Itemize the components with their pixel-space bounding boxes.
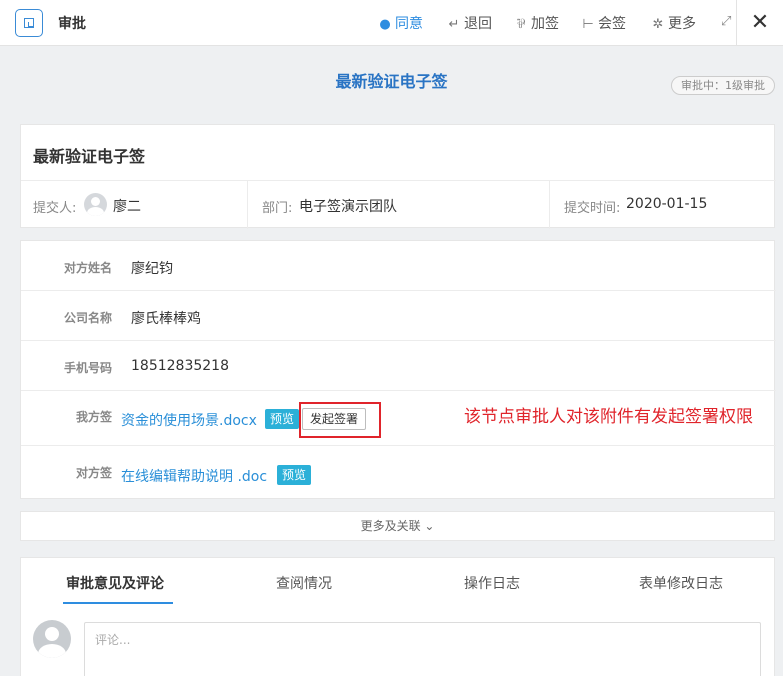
document-heading: 最新验证电子签 <box>335 72 448 91</box>
counterparty-name-label: 对方姓名 <box>63 261 112 275</box>
check-circle-icon: ● <box>379 17 391 32</box>
active-tab-indicator <box>63 602 173 604</box>
form-fields-card: 对方姓名 廖纪钧 公司名称 廖氏棒棒鸡 手机号码 18512835218 我方签… <box>20 240 776 500</box>
department-label: 部门: <box>262 201 293 216</box>
their-sign-label: 对方签 <box>75 466 112 480</box>
field-row-company: 公司名称 廖氏棒棒鸡 <box>21 291 776 341</box>
avatar <box>84 193 107 216</box>
annotation-text: 该节点审批人对该附件有发起签署权限 <box>464 407 753 427</box>
close-button[interactable]: ✕ <box>736 0 783 46</box>
co-sign-button[interactable]: ⊢ 会签 <box>581 13 626 33</box>
tab-form-edit-log[interactable]: 表单修改日志 <box>639 573 723 593</box>
summary-title: 最新验证电子签 <box>33 147 146 166</box>
more-label: 更多 <box>668 16 696 32</box>
expand-icon[interactable]: ⤢ <box>721 14 731 29</box>
tab-read-status[interactable]: 查阅情况 <box>276 573 332 593</box>
app-title: 审批 <box>58 16 86 32</box>
phone-value: 18512835218 <box>131 358 229 374</box>
preview-button[interactable]: 预览 <box>277 465 312 485</box>
add-sign-icon: ⅌ <box>516 17 526 32</box>
top-toolbar: 审批 ● 同意 ↵ 退回 ⅌ 加签 ⊢ 会签 ✲ 更多 ⤢ ✕ <box>0 0 783 46</box>
agree-label: 同意 <box>395 16 423 32</box>
submit-time-value: 2020-01-15 <box>626 196 708 212</box>
company-label: 公司名称 <box>63 311 112 325</box>
their-sign-file-link[interactable]: 在线编辑帮助说明 .doc <box>121 466 267 486</box>
our-sign-file-link[interactable]: 资金的使用场景.docx <box>121 410 257 430</box>
return-label: 退回 <box>464 16 492 32</box>
agree-button[interactable]: ● 同意 <box>378 13 423 33</box>
counterparty-name-value: 廖纪钧 <box>131 261 173 277</box>
highlight-box <box>299 402 381 438</box>
status-badge: 审批中：1级审批 <box>671 76 775 95</box>
comments-card: 审批意见及评论 查阅情况 操作日志 表单修改日志 <box>20 557 775 676</box>
return-arrow-icon: ↵ <box>448 17 460 32</box>
add-sign-button[interactable]: ⅌ 加签 <box>514 13 559 33</box>
department-cell: 部门: 电子签演示团队 <box>247 181 549 229</box>
our-sign-label: 我方签 <box>75 410 112 424</box>
company-value: 廖氏棒棒鸡 <box>131 311 201 327</box>
submit-time-cell: 提交时间: 2020-01-15 <box>549 181 776 229</box>
submitter-info-row: 提交人: 廖二 部门: 电子签演示团队 提交时间: 2020-01-15 <box>21 180 776 229</box>
submitter-label: 提交人: <box>33 201 77 216</box>
approval-app-icon <box>15 9 43 37</box>
field-row-their-sign: 对方签 在线编辑帮助说明 .doc 预览 <box>21 446 776 500</box>
comment-input[interactable] <box>84 622 761 676</box>
summary-card: 最新验证电子签 提交人: 廖二 部门: 电子签演示团队 提交时间: 2020-0… <box>20 124 776 229</box>
more-related-link[interactable]: 更多及关联 ⌄ <box>20 511 775 541</box>
co-sign-label: 会签 <box>598 16 626 32</box>
preview-button[interactable]: 预览 <box>265 409 300 429</box>
more-button[interactable]: ✲ 更多 <box>651 13 696 33</box>
phone-label: 手机号码 <box>63 361 112 375</box>
submit-time-label: 提交时间: <box>564 201 621 216</box>
department-value: 电子签演示团队 <box>299 199 397 215</box>
field-row-phone: 手机号码 18512835218 <box>21 341 776 391</box>
submitter-cell: 提交人: 廖二 <box>21 181 247 229</box>
avatar <box>33 620 71 658</box>
tab-operation-log[interactable]: 操作日志 <box>464 573 520 593</box>
add-sign-label: 加签 <box>531 16 559 32</box>
submitter-name: 廖二 <box>113 199 141 215</box>
gear-icon: ✲ <box>652 17 664 32</box>
return-button[interactable]: ↵ 退回 <box>447 13 492 33</box>
field-row-counterparty-name: 对方姓名 廖纪钧 <box>21 241 776 291</box>
co-sign-icon: ⊢ <box>582 17 594 32</box>
tab-comments[interactable]: 审批意见及评论 <box>66 573 164 593</box>
